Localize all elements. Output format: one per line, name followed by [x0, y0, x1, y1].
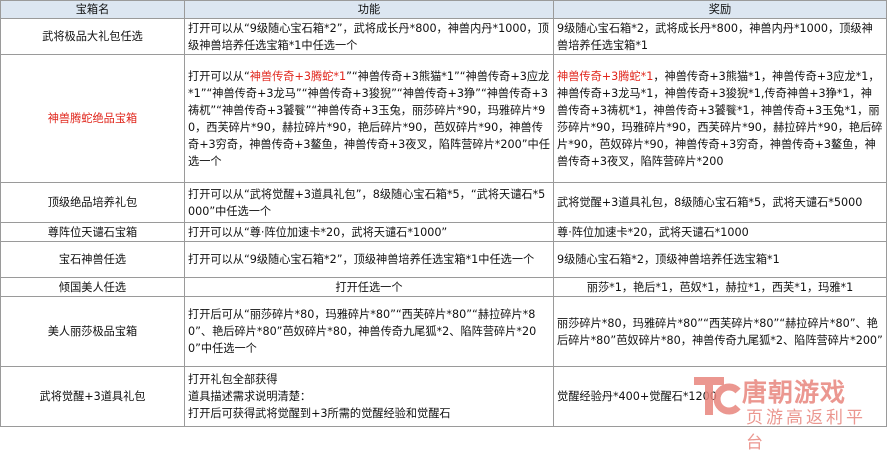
reward-rest: ，神兽传奇+3熊猫*1，神兽传奇+3应龙*1，神兽传奇+3龙马*1，神兽传奇+3…	[557, 69, 883, 168]
box-reward: 武将觉醒+3道具礼包，8级随心宝石箱*5，武将天谴石*5000	[553, 182, 887, 223]
box-name: 顶级绝品培养礼包	[0, 182, 185, 223]
table-row: 宝石神兽任选 打开可以从“9级随心宝石箱*2”，顶级神兽培养任选宝箱*1中任选一…	[0, 241, 887, 278]
box-function: 打开可以从“神兽传奇+3腾蛇*1”“神兽传奇+3熊猫*1”“神兽传奇+3应龙*1…	[184, 54, 554, 183]
box-reward: 9级随心宝石箱*2，武将成长丹*800，神兽内丹*1000，顶级神兽培养任选宝箱…	[553, 18, 887, 55]
box-name: 武将极品大礼包任选	[0, 18, 185, 55]
table-row: 武将极品大礼包任选 打开可以从“9级随心宝石箱*2”，武将成长丹*800，神兽内…	[0, 18, 887, 55]
function-highlight: 神兽传奇+3腾蛇*1	[249, 69, 347, 83]
table-row: 神兽腾蛇绝品宝箱 打开可以从“神兽传奇+3腾蛇*1”“神兽传奇+3熊猫*1”“神…	[0, 54, 887, 183]
box-reward: 尊·阵位加速卡*20，武将天谴石*1000	[553, 222, 887, 242]
box-function: 打开后可从“丽莎碎片*80，玛雅碎片*80”“西芙碎片*80”“赫拉碎片*80”…	[184, 296, 554, 367]
table-row: 倾国美人任选 打开任选一个 丽莎*1，艳后*1，芭奴*1，赫拉*1，西芙*1，玛…	[0, 277, 887, 297]
function-line: 打开后可获得武将觉醒到+3所需的觉醒经验和觉醒石	[188, 407, 451, 420]
box-reward: 丽莎碎片*80，玛雅碎片*80”“西芙碎片*80”“赫拉碎片*80”、艳后碎片*…	[553, 296, 887, 367]
table-row: 武将觉醒+3道具礼包 打开礼包全部获得 道具描述需求说明清楚： 打开后可获得武将…	[0, 366, 887, 427]
box-function: 打开可以从“武将觉醒+3道具礼包”，8级随心宝石箱*5，“武将天谴石*5000”…	[184, 182, 554, 223]
box-reward: 觉醒经验丹*400+觉醒石*1200	[553, 366, 887, 427]
function-line: 打开礼包全部获得	[188, 373, 278, 386]
reward-highlight: 神兽传奇+3腾蛇*1	[557, 69, 654, 83]
table-row: 尊阵位天谴石宝箱 打开可以从“尊·阵位加速卡*20，武将天谴石*1000” 尊·…	[0, 222, 887, 242]
table-header-row: 宝箱名 功能 奖励	[0, 0, 887, 19]
treasure-box-table: 宝箱名 功能 奖励 武将极品大礼包任选 打开可以从“9级随心宝石箱*2”，武将成…	[0, 0, 887, 427]
box-name: 神兽腾蛇绝品宝箱	[0, 54, 185, 183]
box-name: 倾国美人任选	[0, 277, 185, 297]
header-reward: 奖励	[553, 0, 887, 19]
box-reward: 神兽传奇+3腾蛇*1，神兽传奇+3熊猫*1，神兽传奇+3应龙*1，神兽传奇+3龙…	[553, 54, 887, 183]
box-function: 打开可以从“9级随心宝石箱*2”，顶级神兽培养任选宝箱*1中任选一个	[184, 241, 554, 278]
table-row: 美人丽莎极品宝箱 打开后可从“丽莎碎片*80，玛雅碎片*80”“西芙碎片*80”…	[0, 296, 887, 367]
box-function: 打开礼包全部获得 道具描述需求说明清楚： 打开后可获得武将觉醒到+3所需的觉醒经…	[184, 366, 554, 427]
box-reward: 9级随心宝石箱*2，顶级神兽培养任选宝箱*1	[553, 241, 887, 278]
box-function: 打开可以从“尊·阵位加速卡*20，武将天谴石*1000”	[184, 222, 554, 242]
function-line: 道具描述需求说明清楚：	[188, 390, 312, 403]
box-reward: 丽莎*1，艳后*1，芭奴*1，赫拉*1，西芙*1，玛雅*1	[553, 277, 887, 297]
header-box-name: 宝箱名	[0, 0, 185, 19]
box-name: 尊阵位天谴石宝箱	[0, 222, 185, 242]
table-row: 顶级绝品培养礼包 打开可以从“武将觉醒+3道具礼包”，8级随心宝石箱*5，“武将…	[0, 182, 887, 223]
box-name: 武将觉醒+3道具礼包	[0, 366, 185, 427]
box-function: 打开任选一个	[184, 277, 554, 297]
document-page: 宝箱名 功能 奖励 武将极品大礼包任选 打开可以从“9级随心宝石箱*2”，武将成…	[0, 0, 888, 453]
box-name: 美人丽莎极品宝箱	[0, 296, 185, 367]
box-name: 宝石神兽任选	[0, 241, 185, 278]
box-function: 打开可以从“9级随心宝石箱*2”，武将成长丹*800，神兽内丹*1000，顶级神…	[184, 18, 554, 55]
function-rest: ”“神兽传奇+3熊猫*1”“神兽传奇+3应龙*1”“神兽传奇+3龙马”“神兽传奇…	[188, 69, 550, 168]
header-function: 功能	[184, 0, 554, 19]
function-prefix: 打开可以从“	[188, 69, 250, 83]
